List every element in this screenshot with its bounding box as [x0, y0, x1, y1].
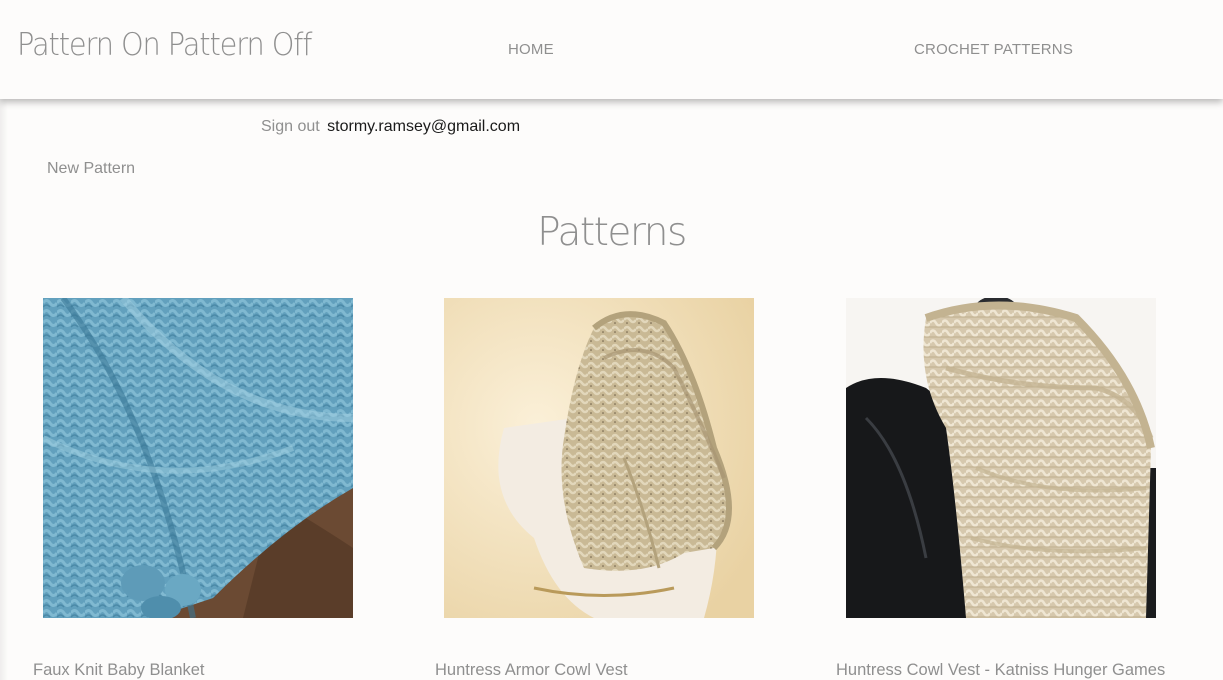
left-shadow-edge — [0, 99, 8, 680]
site-header: Pattern On Pattern Off HOME CROCHET PATT… — [0, 0, 1223, 99]
pattern-image-huntress-cowl-vest[interactable] — [846, 298, 1156, 618]
account-bar: Sign out stormy.ramsey@gmail.com — [261, 118, 520, 136]
pattern-title-link[interactable]: Huntress Armor Cowl Vest — [435, 661, 628, 680]
site-brand-link[interactable]: Pattern On Pattern Off — [17, 27, 312, 63]
page-title: Patterns — [537, 210, 687, 255]
new-pattern-link[interactable]: New Pattern — [47, 160, 135, 178]
pattern-title-link[interactable]: Faux Knit Baby Blanket — [33, 661, 205, 680]
pattern-image-huntress-armor-cowl-vest[interactable] — [444, 298, 754, 618]
page: Pattern On Pattern Off HOME CROCHET PATT… — [0, 0, 1223, 680]
sign-out-link[interactable]: Sign out — [261, 118, 320, 135]
pattern-image-faux-knit-baby-blanket[interactable] — [43, 298, 353, 618]
pattern-title-link[interactable]: Huntress Cowl Vest - Katniss Hunger Game… — [836, 661, 1165, 680]
user-email: stormy.ramsey@gmail.com — [327, 118, 521, 135]
nav-home-link[interactable]: HOME — [508, 41, 554, 58]
nav-crochet-patterns-link[interactable]: CROCHET PATTERNS — [914, 41, 1073, 58]
